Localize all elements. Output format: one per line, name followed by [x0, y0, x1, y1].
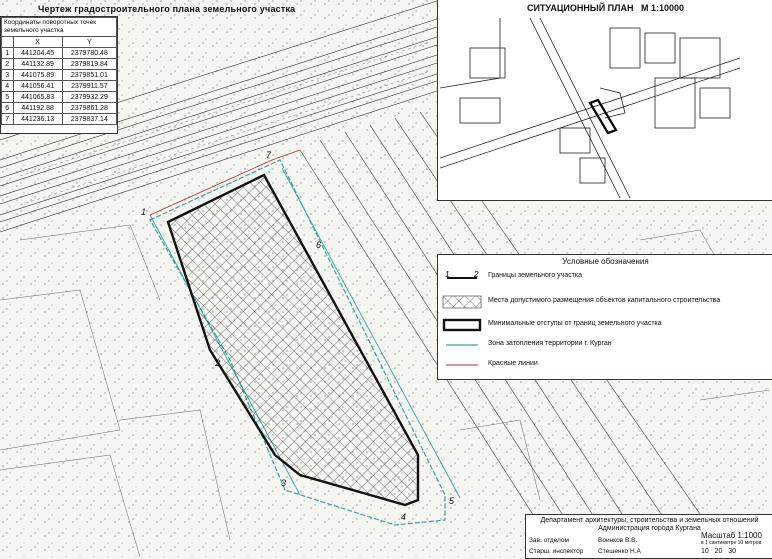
name-1: Воинков В.В. — [598, 537, 638, 544]
title-block: Департамент архитектуры, строительства и… — [525, 514, 772, 559]
legend-item-red-lines: Красные линии — [440, 356, 770, 374]
legend-item-flood-zone: Зона затопления территории г. Курган — [440, 336, 770, 354]
coordinates-table: Координаты поворотных точек земельного у… — [0, 16, 118, 134]
col-x-header: X — [12, 36, 63, 48]
boundary-symbol-icon: 1 2 — [445, 270, 479, 279]
legend-item-setback: Минимальные отступы от границ земельного… — [440, 316, 770, 334]
scale-note: в 1 сантиметре 10 метров — [701, 540, 762, 546]
table-row: 1 441204.45 2379780.48 — [1, 47, 118, 59]
table-row: 3 441075.89 2379851.01 — [1, 69, 118, 81]
scale-ticks: 10 20 30 — [701, 548, 737, 555]
table-row: 5 441065.83 2379932.29 — [1, 91, 118, 103]
gpzu-drawing: Чертеж градостроительного плана земельно… — [0, 0, 772, 559]
name-2: Стешенко Н.А — [598, 548, 641, 555]
table-row: 4 441056.41 2379911.57 — [1, 80, 118, 92]
legend-item-boundary: 1 2 Границы земельного участка — [440, 268, 770, 286]
scale-label: Масштаб 1:1000 — [701, 531, 762, 540]
coordinates-header: Координаты поворотных точек земельного у… — [1, 17, 117, 37]
point-label-2: 2 — [215, 358, 221, 368]
main-title: Чертеж градостроительного плана земельно… — [38, 4, 296, 14]
role-1: Зав. отделом — [529, 537, 569, 544]
point-label-4: 4 — [401, 512, 407, 522]
table-row: 2 441132.89 2379819.84 — [1, 58, 118, 70]
situation-plan-title: СИТУАЦИОННЫЙ ПЛАН М 1:10000 — [526, 3, 685, 13]
legend-title: Условные обозначения — [562, 257, 649, 266]
situation-map — [440, 18, 740, 198]
setback-symbol-icon — [442, 318, 482, 332]
red-line-symbol-icon — [446, 364, 478, 366]
point-label-5: 5 — [449, 496, 455, 506]
svg-text:1: 1 — [445, 270, 449, 279]
point-label-7: 7 — [266, 150, 272, 160]
table-row: 6 441192.88 2379861.28 — [1, 102, 118, 114]
point-label-1: 1 — [141, 207, 147, 217]
situation-plan: СИТУАЦИОННЫЙ ПЛАН М 1:10000 — [437, 0, 772, 201]
role-2: Старш. инспектор — [529, 548, 584, 555]
svg-text:2: 2 — [473, 270, 479, 279]
table-row: 7 441236.13 2379837.14 — [1, 113, 118, 125]
hatch-symbol-icon — [442, 295, 482, 309]
point-label-6: 6 — [316, 240, 322, 250]
legend-item-allowed-area: Места допустимого размещения объектов ка… — [440, 293, 770, 311]
point-label-3: 3 — [281, 478, 287, 488]
flood-zone-symbol-icon — [446, 344, 478, 346]
col-y-header: Y — [61, 36, 118, 48]
legend: Условные обозначения 1 2 Границы земельн… — [437, 254, 772, 380]
